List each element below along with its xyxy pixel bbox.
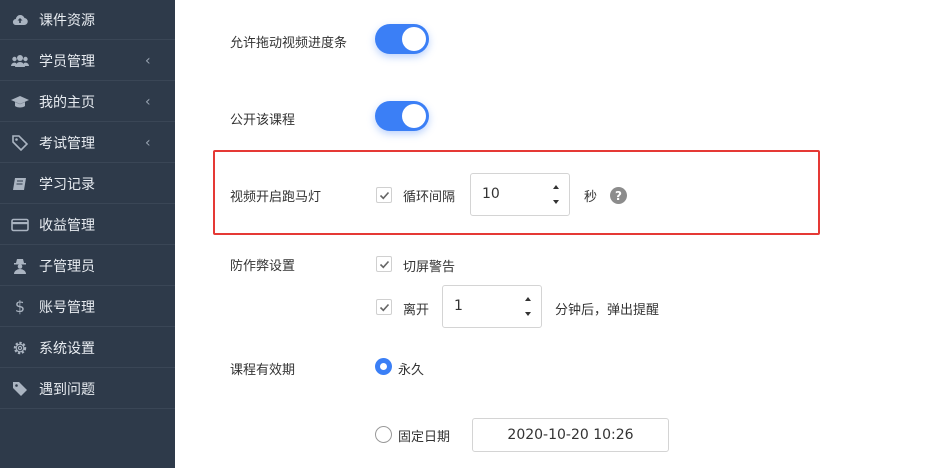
increment-arrow-icon[interactable] [525, 297, 531, 301]
sidebar-item-label: 课件资源 [39, 12, 95, 29]
sidebar-item-sub-admins[interactable]: 子管理员 [0, 246, 175, 286]
sidebar-item-label: 考试管理 [39, 135, 95, 152]
tags-icon [11, 380, 29, 398]
chevron-left-icon: ‹ [145, 52, 151, 69]
sidebar-item-courseware[interactable]: 课件资源 [0, 0, 175, 40]
sidebar-item-exams[interactable]: 考试管理 ‹ [0, 123, 175, 163]
check-icon [379, 260, 389, 268]
interval-value: 10 [482, 186, 500, 202]
sidebar-item-label: 学员管理 [39, 53, 95, 70]
tag-icon [11, 134, 29, 152]
anti-cheat-label: 防作弊设置 [230, 259, 296, 274]
toggle-knob [402, 104, 426, 128]
toggle-knob [402, 27, 426, 51]
sidebar-item-label: 收益管理 [39, 217, 95, 234]
sidebar-item-label: 子管理员 [39, 258, 95, 275]
sidebar-item-system-settings[interactable]: 系统设置 [0, 328, 175, 368]
permanent-label: 永久 [398, 363, 425, 378]
graduation-cap-icon [11, 93, 29, 111]
user-secret-icon [11, 257, 29, 275]
credit-card-icon [11, 216, 29, 234]
sidebar-item-label: 系统设置 [39, 340, 95, 357]
seconds-unit: 秒 [584, 190, 598, 205]
leave-checkbox[interactable] [376, 299, 392, 315]
sidebar-item-students[interactable]: 学员管理 ‹ [0, 41, 175, 81]
help-icon[interactable]: ? [610, 187, 627, 204]
sidebar-item-earnings[interactable]: 收益管理 [0, 205, 175, 245]
drag-progress-toggle[interactable] [375, 24, 429, 54]
sidebar-item-learning-records[interactable]: 学习记录 [0, 164, 175, 204]
gear-icon [11, 339, 29, 357]
chevron-left-icon: ‹ [145, 93, 151, 110]
loop-interval-label: 循环间隔 [403, 190, 456, 205]
public-course-toggle[interactable] [375, 101, 429, 131]
leave-minutes-input[interactable]: 1 [442, 285, 542, 328]
sidebar-item-label: 学习记录 [39, 176, 95, 193]
permanent-radio[interactable] [375, 358, 392, 375]
sidebar-item-help[interactable]: 遇到问题 [0, 369, 175, 409]
increment-arrow-icon[interactable] [553, 185, 559, 189]
sidebar-item-label: 我的主页 [39, 94, 95, 111]
leave-label: 离开 [403, 303, 430, 318]
leave-minutes-value: 1 [454, 298, 463, 314]
public-course-label: 公开该课程 [230, 113, 296, 128]
switch-warning-checkbox[interactable] [376, 256, 392, 272]
check-icon [379, 191, 389, 199]
fixed-date-input[interactable]: 2020-10-20 10:26 [472, 418, 669, 452]
cloud-upload-icon [11, 11, 29, 29]
leave-suffix: 分钟后，弹出提醒 [555, 303, 660, 318]
drag-progress-label: 允许拖动视频进度条 [230, 36, 348, 51]
users-icon [11, 52, 29, 70]
loop-interval-checkbox[interactable] [376, 187, 392, 203]
marquee-label: 视频开启跑马灯 [230, 190, 322, 205]
chevron-left-icon: ‹ [145, 134, 151, 151]
book-icon [11, 175, 29, 193]
sidebar-item-label: 账号管理 [39, 299, 95, 316]
sidebar: 课件资源 学员管理 ‹ 我的主页 ‹ 考试管理 ‹ 学习记录 收益管理 子管理员… [0, 0, 175, 468]
switch-warning-label: 切屏警告 [403, 260, 456, 275]
fixed-date-label: 固定日期 [398, 430, 451, 445]
fixed-date-radio[interactable] [375, 426, 392, 443]
decrement-arrow-icon[interactable] [525, 312, 531, 316]
decrement-arrow-icon[interactable] [553, 200, 559, 204]
sidebar-item-accounts[interactable]: $ 账号管理 [0, 287, 175, 327]
dollar-icon: $ [14, 297, 26, 316]
validity-label: 课程有效期 [230, 363, 296, 378]
check-icon [379, 303, 389, 311]
sidebar-item-homepage[interactable]: 我的主页 ‹ [0, 82, 175, 122]
interval-number-input[interactable]: 10 [470, 173, 570, 216]
sidebar-item-label: 遇到问题 [39, 381, 95, 398]
